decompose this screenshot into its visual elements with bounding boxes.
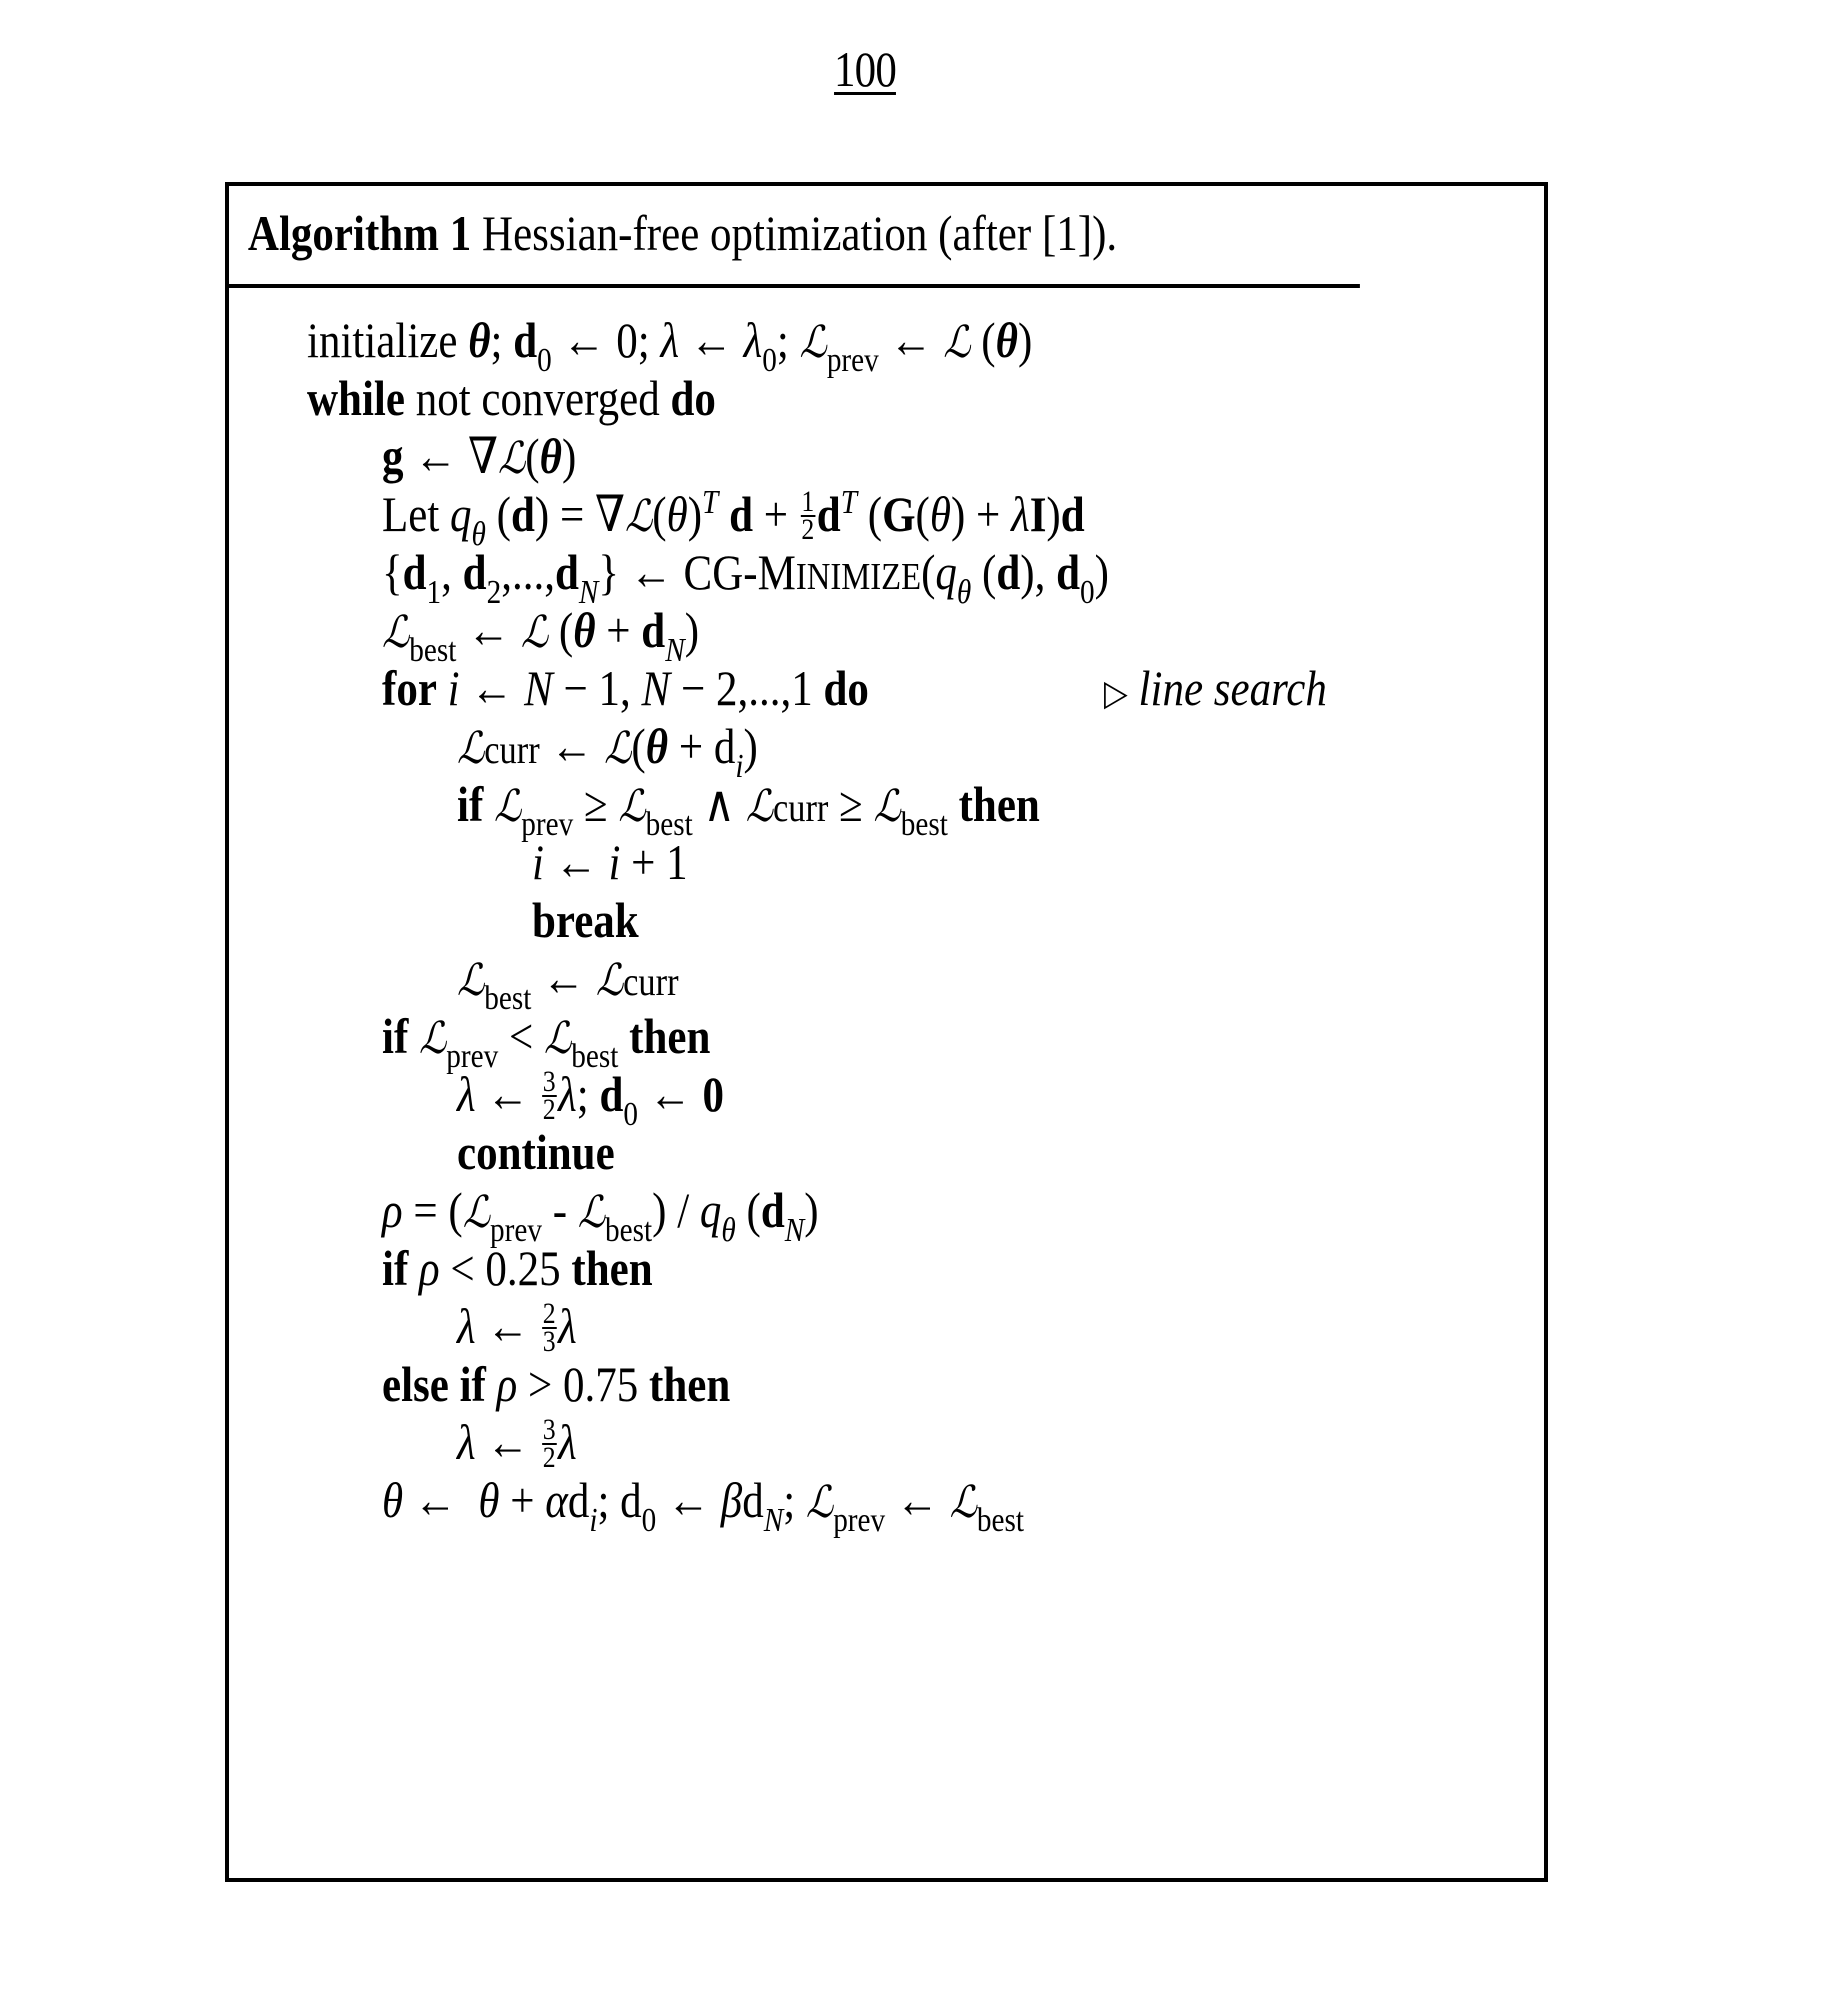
kw-break: break — [532, 892, 639, 948]
sub-curr: curr — [623, 959, 679, 1004]
text-initialize: initialize — [307, 312, 458, 368]
kw-do: do — [670, 370, 716, 426]
sub-best: best — [900, 806, 948, 843]
line-initialize: initialize θ; d0 ← 0; λ ← λ0; ℒprev ← ℒ … — [307, 312, 1033, 379]
line-lambda-increase-reset: λ ← 3 2 λ; d0 ← 0 — [457, 1064, 725, 1133]
line-else-if-rho-high: else if ρ > 0.75 then — [382, 1356, 731, 1412]
figure-label: 100 — [834, 41, 897, 97]
algorithm-box: Algorithm 1 Hessian-free optimization (a… — [225, 182, 1548, 1882]
kw-if: if — [382, 1240, 409, 1296]
line-quadratic-model: Let qθ (d) = ∇ℒ(θ)T d + 1 2 dT (G(θ) + λI)… — [382, 484, 1085, 553]
fraction-two-thirds: 23 — [541, 1296, 557, 1358]
line-for: for i ← N − 1, N − 2,...,1 do — [382, 660, 869, 716]
sub-curr: curr — [772, 785, 829, 830]
line-continue: continue — [457, 1122, 615, 1182]
rho-high-threshold: 0.75 — [563, 1356, 639, 1412]
text-cg-rest: INIMIZE — [795, 556, 922, 598]
line-gradient: g ← ∇ℒ(θ) — [382, 428, 577, 484]
kw-else-if: else if — [382, 1356, 486, 1412]
comment-text: line search — [1138, 660, 1327, 716]
line-if-break-condition: if ℒprev ≥ ℒbest ∧ ℒcurr ≥ ℒbest then — [457, 776, 1040, 843]
algorithm-header: Algorithm 1 Hessian-free optimization (a… — [229, 186, 1360, 288]
kw-then: then — [629, 1008, 711, 1064]
kw-if: if — [457, 776, 484, 832]
line-lambda-increase: λ ← 32λ — [457, 1412, 577, 1474]
line-cg-minimize: {d1, d2,...,dN} ← CG-MINIMIZE(qθ (d), d0… — [382, 544, 1109, 611]
fraction-one-half: 12 — [800, 484, 816, 546]
kw-continue: continue — [457, 1124, 615, 1180]
kw-do: do — [823, 660, 869, 716]
kw-then: then — [571, 1240, 653, 1296]
comment-triangle-icon: ▷ — [1104, 673, 1128, 713]
sub-prev: prev — [833, 1502, 886, 1539]
text-cg-prefix: CG-M — [683, 544, 796, 600]
line-increment-i: i ← i + 1 — [532, 834, 688, 890]
text-let: Let — [382, 486, 440, 542]
line-break: break — [532, 890, 639, 950]
line-if-reject: if ℒprev < ℒbest then — [382, 1008, 711, 1075]
kw-then: then — [649, 1356, 731, 1412]
line-lambda-decrease: λ ← 23λ — [457, 1296, 577, 1358]
line-best-update: ℒbest ← ℒcurr — [457, 950, 679, 1017]
kw-for: for — [382, 660, 437, 716]
sub-prev: prev — [826, 342, 879, 379]
text-not-converged: not converged — [415, 370, 660, 426]
line-curr: ℒcurr ← ℒ(θ + di) — [457, 718, 758, 785]
algorithm-label: Algorithm 1 — [247, 205, 472, 261]
rho-low-threshold: 0.25 — [485, 1240, 561, 1296]
kw-while: while — [307, 370, 405, 426]
line-if-rho-low: if ρ < 0.25 then — [382, 1240, 653, 1296]
sub-best: best — [976, 1502, 1025, 1539]
kw-then: then — [958, 776, 1040, 832]
line-while: while not converged do — [307, 368, 716, 428]
line-rho: ρ = (ℒprev - ℒbest) / qθ (dN) — [382, 1182, 819, 1249]
algorithm-title: Hessian-free optimization (after [1]). — [482, 205, 1118, 261]
comment-line-search: ▷ line search — [1104, 658, 1327, 723]
fraction-three-halves: 32 — [541, 1412, 557, 1474]
sub-curr: curr — [484, 727, 540, 772]
line-parameter-update: θ ← θ + αdi; d0 ← βdN; ℒprev ← ℒbest — [382, 1472, 1025, 1539]
line-best-init: ℒbest ← ℒ (θ + dN) — [382, 602, 700, 669]
fraction-three-halves: 32 — [541, 1064, 557, 1126]
kw-if: if — [382, 1008, 409, 1064]
